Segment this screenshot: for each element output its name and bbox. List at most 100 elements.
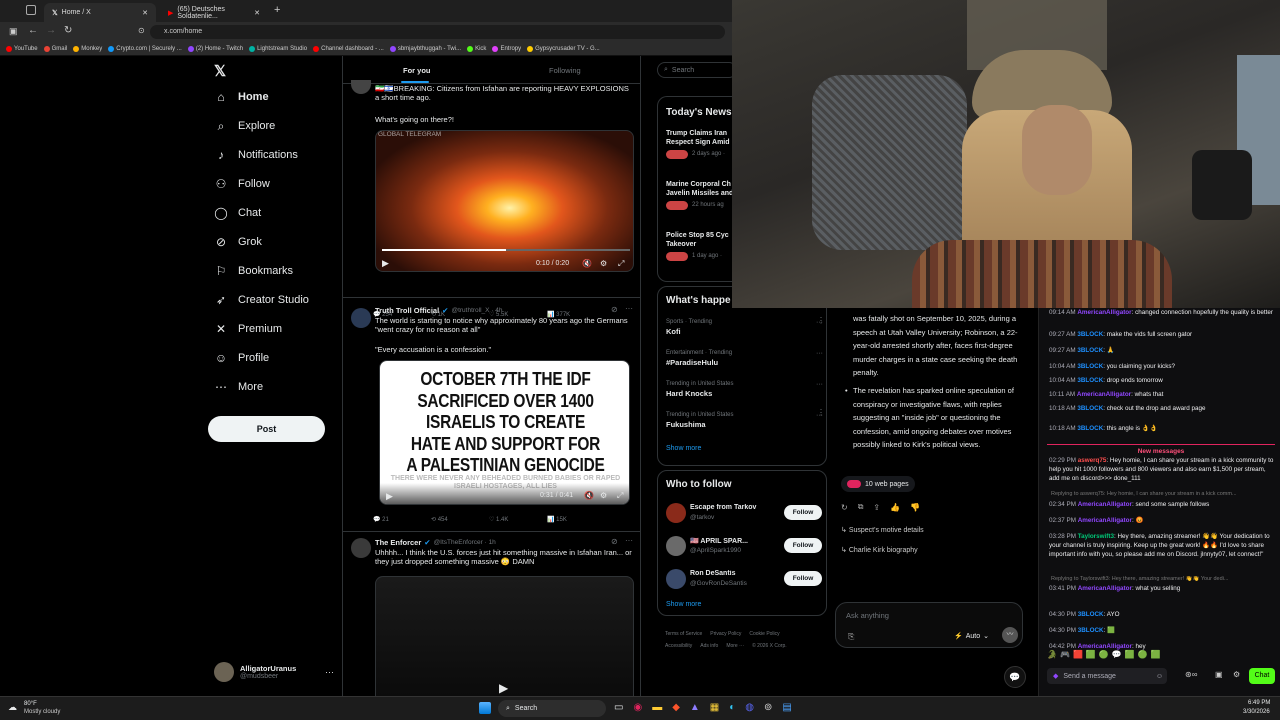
taskbar-search[interactable]: ⌕ Search (498, 700, 606, 717)
messages-fab[interactable]: 💬 (1004, 666, 1026, 688)
regenerate-icon[interactable]: ↻ (841, 503, 848, 512)
news-headline[interactable]: Marine Corporal Ch Javelin Missiles and (666, 180, 736, 198)
bookmark-item[interactable]: sbmjaybthuggah - Twi... (389, 45, 461, 52)
share-icon[interactable]: ⇪ (873, 503, 880, 512)
play-icon[interactable]: ▶ (499, 681, 508, 695)
emote-icon[interactable]: 🟢 (1138, 650, 1148, 659)
footer-link[interactable]: © 2026 X Corp. (752, 640, 787, 652)
repost-button[interactable]: ⟲ 454 (431, 516, 489, 523)
mute-icon[interactable]: 🔇 (582, 259, 592, 268)
chat-username[interactable]: 3BLOCK (1077, 377, 1103, 384)
news-headline[interactable]: Police Stop 85 Cyc Takeover (666, 231, 736, 249)
nav-item-home[interactable]: ⌂ Home (214, 90, 268, 104)
obs-icon[interactable]: ◉ (633, 702, 642, 713)
more-dots-icon[interactable]: ··· (625, 304, 633, 313)
tweet[interactable]: The Enforcer ✔ @ItsTheEnforcer · 1h ⊘ ··… (343, 532, 640, 696)
sidebar-icon[interactable]: ▣ (9, 26, 18, 37)
sources-chip[interactable]: 10 web pages (841, 476, 915, 492)
views-button[interactable]: 📊 15K (547, 516, 605, 523)
nav-item-explore[interactable]: ⌕ Explore (214, 119, 276, 133)
play-icon[interactable]: ▶ (386, 491, 393, 502)
attach-icon[interactable]: ⎘ (848, 632, 854, 642)
chat-username[interactable]: 3BLOCK (1077, 363, 1103, 370)
bookmark-item[interactable]: Monkey (73, 45, 102, 52)
grok-icon[interactable]: ⊘ (611, 305, 618, 314)
grok-input-box[interactable]: Ask anything ⎘ ⚡ Auto ⌄ 〰 (835, 602, 1023, 648)
bookmark-item[interactable]: (2) Home - Twitch (187, 45, 243, 52)
avatar[interactable] (666, 569, 686, 589)
emote-icon[interactable]: 🐊 (1047, 650, 1057, 659)
tab-close-icon[interactable]: ✕ (142, 9, 148, 17)
bookmark-item[interactable]: Lightstream Studio (249, 45, 307, 52)
settings-icon[interactable]: ⚙ (600, 259, 607, 268)
chat-input[interactable]: ◆ Send a message ☺ (1047, 668, 1167, 684)
bookmark-item[interactable]: Channel dashboard - ... (313, 45, 384, 52)
search-input[interactable]: ⌕ Search (657, 62, 737, 78)
chrome-icon[interactable]: ⊚ (764, 702, 772, 713)
nav-item-bookmarks[interactable]: ⚐ Bookmarks (214, 264, 293, 278)
bookmark-item[interactable]: YouTube (6, 45, 38, 52)
chat-username[interactable]: 3BLOCK (1078, 627, 1104, 634)
suggested-account-name[interactable]: 🇺🇸 APRIL SPAR... (690, 537, 770, 545)
footer-link[interactable]: Ads info (700, 640, 718, 652)
x-logo-icon[interactable]: 𝕏 (214, 62, 226, 80)
avatar[interactable] (666, 503, 686, 523)
emote-icon[interactable]: 💬 (1112, 650, 1122, 659)
chat-username[interactable]: 3BLOCK (1077, 405, 1103, 412)
chat-send-button[interactable]: Chat (1249, 668, 1275, 684)
chat-username[interactable]: AmericanAlligator (1077, 391, 1131, 398)
video-progress[interactable] (382, 249, 630, 251)
chat-username[interactable]: AmericanAlligator (1078, 501, 1132, 508)
notes-icon[interactable]: ▦ (710, 702, 719, 713)
nav-item-creator-studio[interactable]: ➶ Creator Studio (214, 293, 309, 307)
start-icon[interactable] (479, 702, 491, 714)
news-headline[interactable]: Trump Claims Iran Respect Sign Amid (666, 129, 736, 147)
trend-item[interactable]: Trending in United States Hard Knocks (666, 381, 733, 398)
site-info-icon[interactable]: ⊙ (138, 26, 145, 35)
edge-icon[interactable]: ◐ (729, 702, 735, 713)
suggested-account-name[interactable]: Ron DeSantis (690, 570, 770, 577)
more-dots-icon[interactable]: ⋮ (817, 316, 825, 325)
calculator-icon[interactable]: ▤ (782, 702, 791, 713)
fullscreen-icon[interactable]: ⤢ (617, 491, 623, 501)
chat-username[interactable]: AmericanAlligator (1078, 643, 1132, 650)
emote-icon[interactable]: 🟩 (1086, 650, 1096, 659)
tab-youtube[interactable]: ▶ (65) Deutsches Soldatenlie... ✕ (160, 3, 268, 22)
reload-icon[interactable]: ↻ (64, 25, 72, 36)
grok-icon[interactable]: ⊘ (611, 537, 618, 546)
more-dots-icon[interactable]: ··· (816, 381, 823, 388)
suggestion-item[interactable]: ↳ Suspect's motive details (841, 526, 924, 534)
emote-picker-icon[interactable]: ☺ (1156, 673, 1163, 680)
account-switcher[interactable]: AlligatorUranus @mudsbeer ··· (214, 662, 334, 682)
emote-icon[interactable]: 🟩 (1125, 650, 1135, 659)
file-explorer-icon[interactable]: ▬ (652, 702, 662, 713)
discord-icon[interactable]: ◍ (745, 702, 754, 713)
nav-item-notifications[interactable]: ♪ Notifications (214, 148, 298, 162)
footer-link[interactable]: Terms of Service (665, 628, 702, 640)
emote-icon[interactable]: 🟢 (1099, 650, 1109, 659)
fullscreen-icon[interactable]: ⤢ (618, 259, 624, 269)
tab-close-icon[interactable]: ✕ (254, 9, 260, 17)
tweet[interactable]: Truth Troll Official ✔ @truthtroll_X · 4… (343, 298, 640, 532)
points-icon[interactable]: ▣ (1215, 670, 1223, 679)
voice-icon[interactable]: 〰 (1002, 627, 1018, 643)
brave-icon[interactable]: ◆ (672, 702, 680, 713)
url-field[interactable]: x.com/home (150, 25, 725, 39)
footer-link[interactable]: Accessibility (665, 640, 692, 652)
footer-link[interactable]: Privacy Policy (710, 628, 741, 640)
bits-icon[interactable]: ⊛∞ (1185, 670, 1197, 679)
reply-button[interactable]: 💬 21 (373, 516, 431, 523)
nav-item-premium[interactable]: ✕ Premium (214, 322, 282, 336)
like-button[interactable]: ♡ 1.4K (489, 516, 547, 523)
weather-icon[interactable]: ☁ (8, 702, 17, 713)
task-view-icon[interactable]: ▭ (614, 702, 623, 713)
play-icon[interactable]: ▶ (382, 258, 389, 269)
thumbs-up-icon[interactable]: 👍 (890, 503, 900, 512)
settings-icon[interactable]: ⚙ (600, 491, 607, 500)
bookmark-item[interactable]: Gypsycrusader TV - G... (527, 45, 600, 52)
tab-home-x[interactable]: 𝕏 Home / X ✕ (44, 3, 156, 22)
chat-username[interactable]: 3BLOCK (1077, 331, 1103, 338)
nav-item-follow[interactable]: ⚇ Follow (214, 177, 270, 191)
emote-icon[interactable]: 🎮 (1060, 650, 1070, 659)
back-icon[interactable]: ← (28, 25, 38, 36)
